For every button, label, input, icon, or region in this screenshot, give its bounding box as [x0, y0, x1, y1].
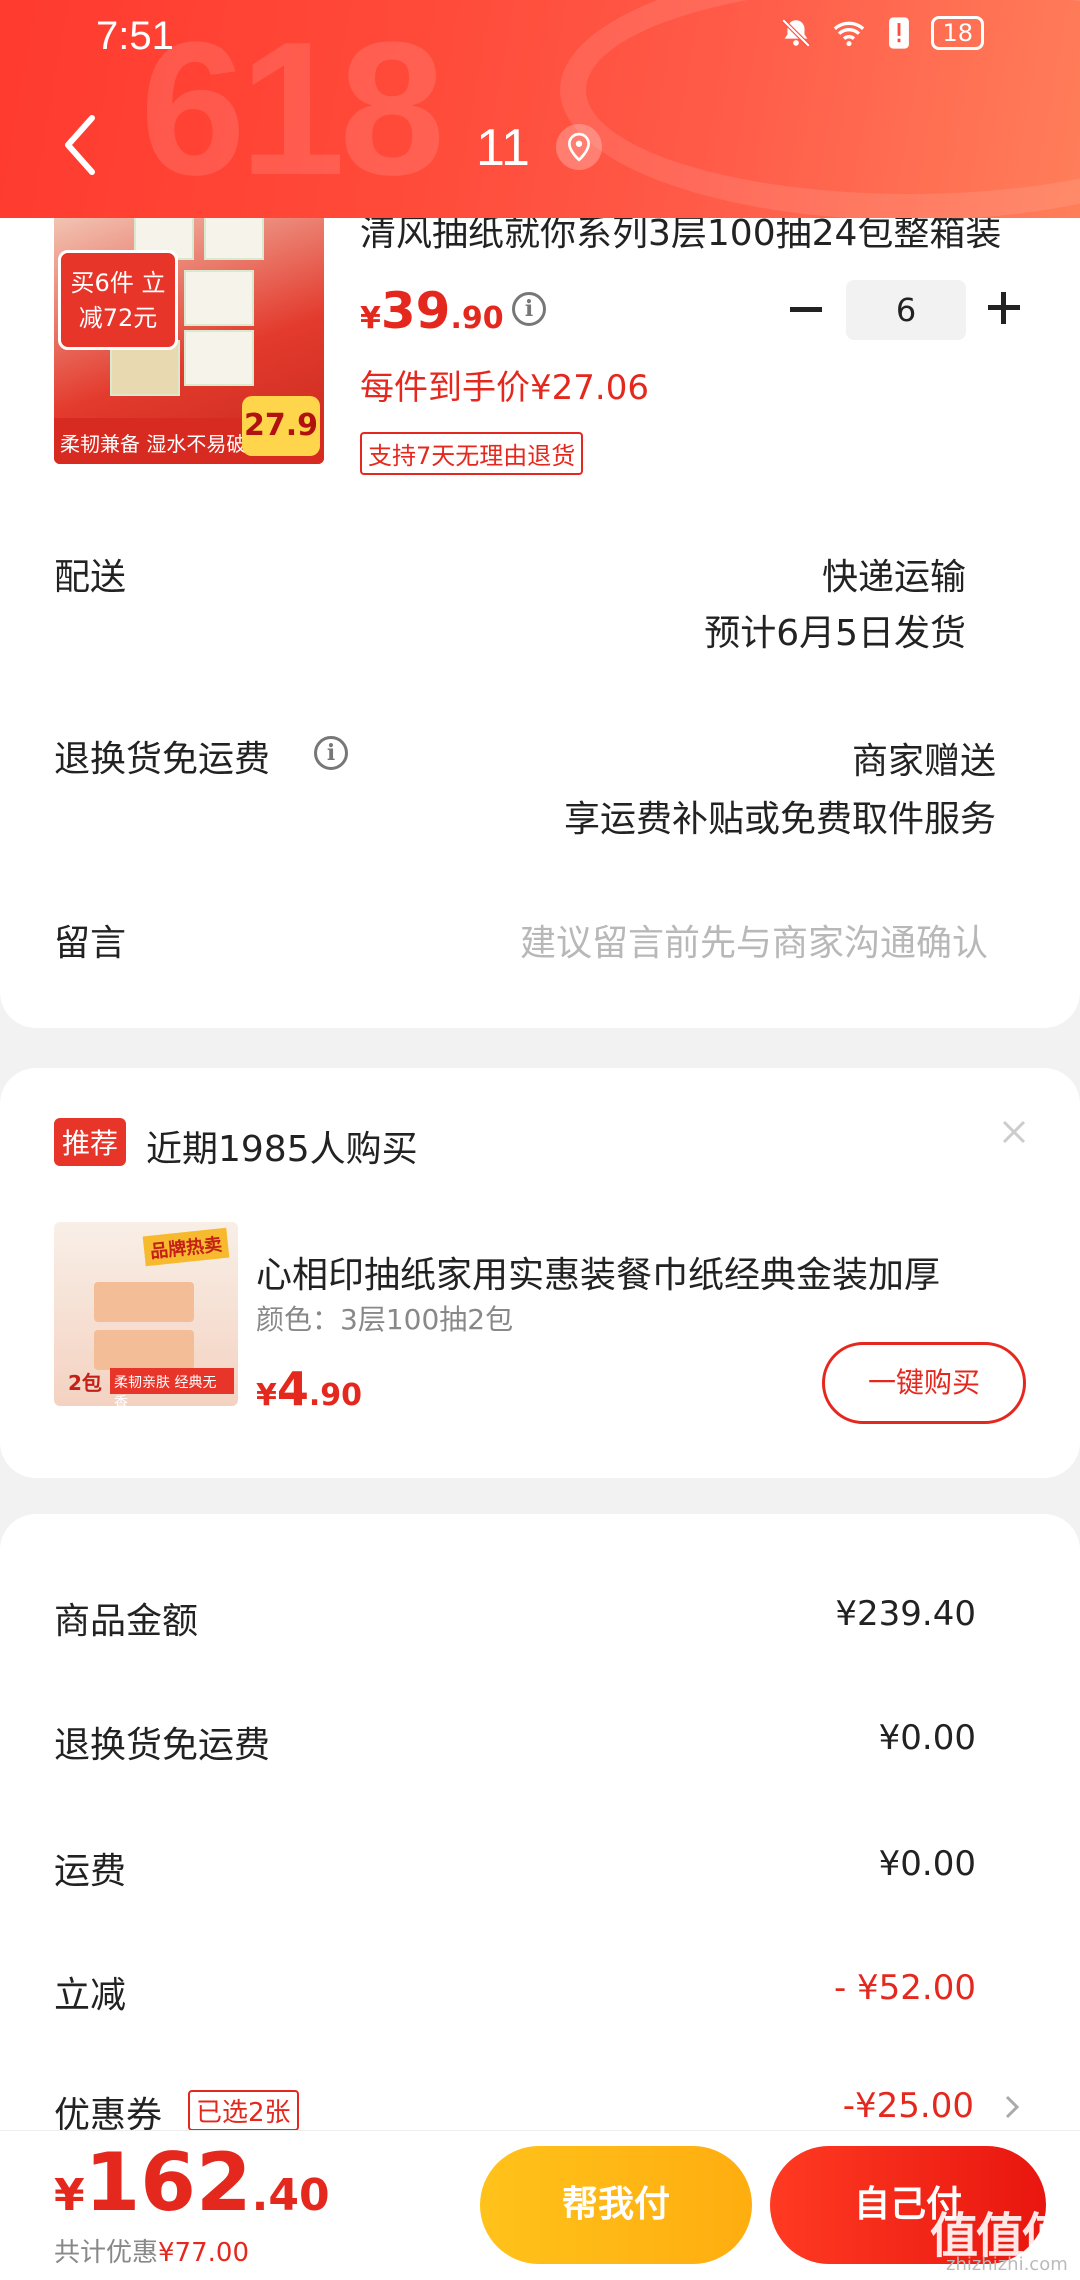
message-input[interactable]: 建议留言前先与商家沟通确认 — [520, 914, 988, 966]
recommend-image[interactable]: 品牌热卖 2包 柔韧亲肤 经典无香 — [54, 1222, 238, 1406]
total-savings: 共计优惠¥77.00 — [54, 2232, 249, 2269]
price-currency: ¥ — [256, 1378, 277, 1413]
pack-shape — [184, 330, 254, 386]
chevron-right-icon[interactable] — [1002, 2092, 1022, 2122]
price-info-icon[interactable]: i — [512, 292, 546, 326]
discount-label: 立减 — [54, 1975, 127, 2016]
address-title[interactable]: 11 — [476, 118, 530, 178]
savings-label: 共计优惠 — [54, 2238, 159, 2268]
status-time: 7:51 — [96, 14, 174, 58]
price-decimal: .90 — [450, 301, 504, 336]
quantity-plus-button[interactable] — [984, 288, 1024, 328]
price-decimal: .40 — [251, 2170, 330, 2221]
price-integer: 162 — [84, 2136, 252, 2229]
wifi-icon — [834, 21, 865, 47]
recommend-item-spec: 颜色：3层100抽2包 — [256, 1303, 514, 1336]
price-integer: 4 — [276, 1362, 309, 1416]
per-item-price: 每件到手价¥27.06 — [360, 368, 649, 408]
one-click-buy-button[interactable]: 一键购买 — [822, 1342, 1026, 1424]
pack-shape — [94, 1282, 194, 1322]
discount-value: - ¥52.00 — [833, 1968, 976, 2008]
pack-shape — [184, 270, 254, 326]
hot-label: 品牌热卖 — [142, 1227, 230, 1267]
coupon-value[interactable]: -¥25.00 — [843, 2086, 974, 2126]
header-bar: 618 7:51 18 11 — [0, 0, 1080, 218]
total-price: ¥162.40 — [54, 2136, 330, 2229]
back-icon[interactable] — [56, 110, 104, 180]
return-shipping-info-icon[interactable]: i — [314, 736, 348, 770]
promo-tag: 买6件 立减72元 — [58, 250, 178, 350]
recommend-image-banner: 柔韧亲肤 经典无香 — [110, 1368, 234, 1406]
close-icon[interactable] — [996, 1114, 1032, 1150]
recommend-badge: 推荐 — [54, 1118, 127, 1166]
coupon-selected-badge[interactable]: 已选2张 — [188, 2090, 299, 2131]
pack-count: 2包 — [68, 1371, 102, 1395]
delivery-eta: 预计6月5日发货 — [704, 613, 966, 654]
status-icons: 18 — [779, 16, 984, 50]
product-image[interactable]: 买6件 立减72元 柔韧兼备 湿水不易破 27.9 — [54, 190, 324, 464]
watermark-url: zhizhizhi.com — [946, 2254, 1068, 2275]
return-policy-badge: 支持7天无理由退货 — [360, 432, 584, 475]
pack-shape — [94, 1330, 194, 1370]
product-image-price: 27.9 — [242, 396, 320, 456]
location-icon[interactable] — [556, 124, 602, 170]
recommend-text: 近期1985人购买 — [146, 1129, 418, 1170]
return-shipping-fee-label: 退换货免运费 — [54, 1725, 271, 1766]
return-shipping-fee-value: ¥0.00 — [878, 1718, 976, 1758]
promo-decoration: 618 — [140, 3, 445, 215]
return-shipping-value: 商家赠送 — [851, 741, 996, 782]
price-currency: ¥ — [54, 2170, 85, 2221]
quantity-minus-button[interactable] — [786, 290, 826, 330]
recommend-price: ¥4.90 — [256, 1362, 362, 1416]
price-integer: 39 — [380, 282, 451, 340]
shipping-fee-value: ¥0.00 — [878, 1844, 976, 1884]
quantity-input[interactable]: 6 — [846, 280, 966, 340]
battery-icon: 18 — [931, 16, 984, 50]
return-shipping-desc: 享运费补贴或免费取件服务 — [563, 799, 996, 840]
shipping-fee-label: 运费 — [54, 1851, 127, 1892]
price-decimal: .90 — [308, 1378, 363, 1413]
help-me-pay-button[interactable]: 帮我付 — [480, 2146, 752, 2264]
message-label: 留言 — [54, 923, 127, 964]
alert-icon — [889, 17, 910, 49]
subtotal-value: ¥239.40 — [835, 1594, 976, 1634]
mute-bell-icon — [782, 18, 811, 48]
price-currency: ¥ — [360, 301, 381, 336]
return-shipping-label: 退换货免运费 — [54, 739, 271, 780]
product-price: ¥39.90 — [360, 282, 504, 340]
delivery-label: 配送 — [54, 557, 127, 598]
savings-amount: ¥77.00 — [158, 2238, 249, 2268]
delivery-method[interactable]: 快递运输 — [822, 548, 966, 600]
subtotal-label: 商品金额 — [54, 1601, 199, 1642]
recommend-item-title[interactable]: 心相印抽纸家用实惠装餐巾纸经典金装加厚 — [256, 1246, 1006, 1298]
